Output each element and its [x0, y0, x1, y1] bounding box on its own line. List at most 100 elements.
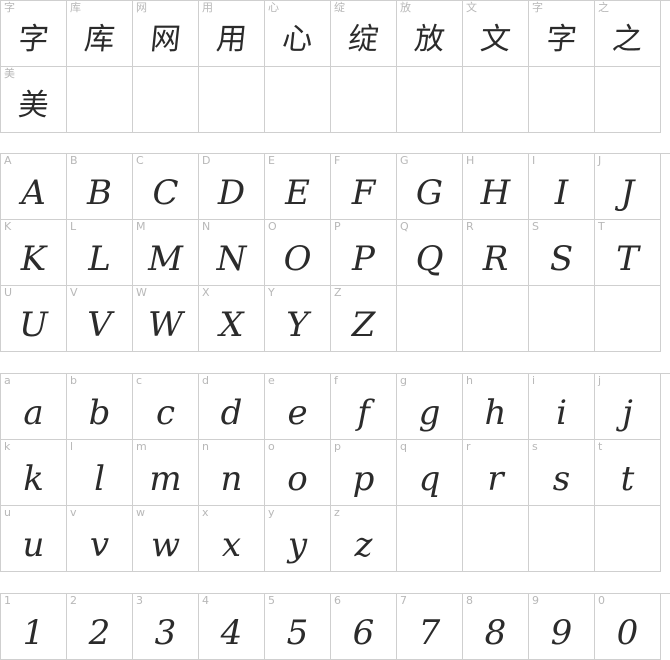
- glyph-cell: 22: [67, 594, 133, 660]
- glyph-label: E: [268, 154, 275, 167]
- glyph-sample: 文: [478, 22, 513, 57]
- glyph-cell: 00: [595, 594, 661, 660]
- glyph-label: h: [466, 374, 473, 387]
- glyph-row: UUVVWWXXYYZZ: [1, 286, 670, 352]
- glyph-cell: yy: [265, 506, 331, 572]
- glyph-label: 3: [136, 594, 143, 607]
- glyph-label: 心: [268, 1, 279, 14]
- glyph-row: KKLLMMNNOOPPQQRRSSTT: [1, 220, 670, 286]
- glyph-cell: xx: [199, 506, 265, 572]
- glyph-label: 字: [532, 1, 543, 14]
- glyph-cell: ee: [265, 374, 331, 440]
- glyph-sample: m: [149, 459, 182, 499]
- glyph-sample: x: [221, 525, 242, 565]
- glyph-sample: k: [23, 459, 44, 499]
- glyph-cell: 字字: [1, 1, 67, 67]
- glyph-cell: NN: [199, 220, 265, 286]
- glyph-cell: kk: [1, 440, 67, 506]
- glyph-sample: 7: [418, 613, 441, 653]
- glyph-cell: 11: [1, 594, 67, 660]
- empty-cell: [265, 67, 331, 133]
- glyph-sample: Z: [351, 305, 376, 345]
- glyph-cell: LL: [67, 220, 133, 286]
- chinese-glyph-grid: 字字库库网网用用心心绽绽放放文文字字之之美美: [0, 0, 670, 133]
- glyph-cell: 33: [133, 594, 199, 660]
- glyph-label: 用: [202, 1, 213, 14]
- empty-cell: [133, 67, 199, 133]
- glyph-label: S: [532, 220, 539, 233]
- glyph-sample: 8: [484, 613, 507, 653]
- glyph-label: I: [532, 154, 536, 167]
- glyph-label: n: [202, 440, 209, 453]
- glyph-label: f: [334, 374, 338, 387]
- glyph-label: i: [532, 374, 536, 387]
- glyph-sample: p: [352, 459, 375, 499]
- glyph-label: T: [598, 220, 605, 233]
- glyph-sample: R: [482, 239, 509, 279]
- glyph-label: w: [136, 506, 145, 519]
- empty-cell: [397, 67, 463, 133]
- empty-cell: [67, 67, 133, 133]
- glyph-cell: zz: [331, 506, 397, 572]
- glyph-sample: L: [88, 239, 111, 279]
- glyph-sample: 字: [544, 22, 579, 57]
- glyph-cell: vv: [67, 506, 133, 572]
- glyph-label: K: [4, 220, 12, 233]
- glyph-label: A: [4, 154, 12, 167]
- glyph-cell: 99: [529, 594, 595, 660]
- glyph-cell: RR: [463, 220, 529, 286]
- glyph-sample: 库: [82, 22, 117, 57]
- glyph-label: 字: [4, 1, 15, 14]
- glyph-sample: 4: [220, 613, 243, 653]
- empty-cell: [595, 67, 661, 133]
- glyph-label: H: [466, 154, 475, 167]
- glyph-cell: JJ: [595, 154, 661, 220]
- glyph-cell: BB: [67, 154, 133, 220]
- glyph-cell: 心心: [265, 1, 331, 67]
- glyph-label: 之: [598, 1, 609, 14]
- glyph-label: v: [70, 506, 77, 519]
- glyph-cell: 用用: [199, 1, 265, 67]
- glyph-sample: 绽: [346, 22, 381, 57]
- glyph-cell: ss: [529, 440, 595, 506]
- glyph-sample: 0: [616, 613, 639, 653]
- glyph-sample: B: [87, 173, 112, 213]
- glyph-label: y: [268, 506, 275, 519]
- glyph-sample: Q: [415, 239, 444, 279]
- glyph-label: p: [334, 440, 341, 453]
- glyph-label: F: [334, 154, 341, 167]
- glyph-label: 4: [202, 594, 209, 607]
- glyph-label: l: [70, 440, 74, 453]
- glyph-cell: 88: [463, 594, 529, 660]
- glyph-cell: dd: [199, 374, 265, 440]
- glyph-label: s: [532, 440, 538, 453]
- empty-cell: [529, 286, 595, 352]
- glyph-sample: y: [287, 525, 308, 565]
- glyph-cell: 文文: [463, 1, 529, 67]
- glyph-label: 5: [268, 594, 275, 607]
- glyph-cell: hh: [463, 374, 529, 440]
- glyph-cell: UU: [1, 286, 67, 352]
- glyph-cell: TT: [595, 220, 661, 286]
- glyph-sample: K: [20, 239, 47, 279]
- glyph-label: 1: [4, 594, 11, 607]
- uppercase-glyph-grid: AABBCCDDEEFFGGHHIIJJKKLLMMNNOOPPQQRRSSTT…: [0, 153, 670, 352]
- glyph-cell: tt: [595, 440, 661, 506]
- glyph-label: L: [70, 220, 77, 233]
- glyph-cell: EE: [265, 154, 331, 220]
- glyph-cell: aa: [1, 374, 67, 440]
- glyph-cell: mm: [133, 440, 199, 506]
- glyph-cell: 放放: [397, 1, 463, 67]
- glyph-sample: V: [87, 305, 112, 345]
- glyph-cell: YY: [265, 286, 331, 352]
- glyph-sample: Y: [286, 305, 309, 345]
- glyph-sample: 用: [214, 22, 249, 57]
- glyph-label: 美: [4, 67, 15, 80]
- glyph-sample: r: [487, 459, 504, 499]
- glyph-cell: AA: [1, 154, 67, 220]
- glyph-cell: KK: [1, 220, 67, 286]
- glyph-label: d: [202, 374, 209, 387]
- glyph-cell: 字字: [529, 1, 595, 67]
- glyph-label: 2: [70, 594, 77, 607]
- empty-cell: [463, 506, 529, 572]
